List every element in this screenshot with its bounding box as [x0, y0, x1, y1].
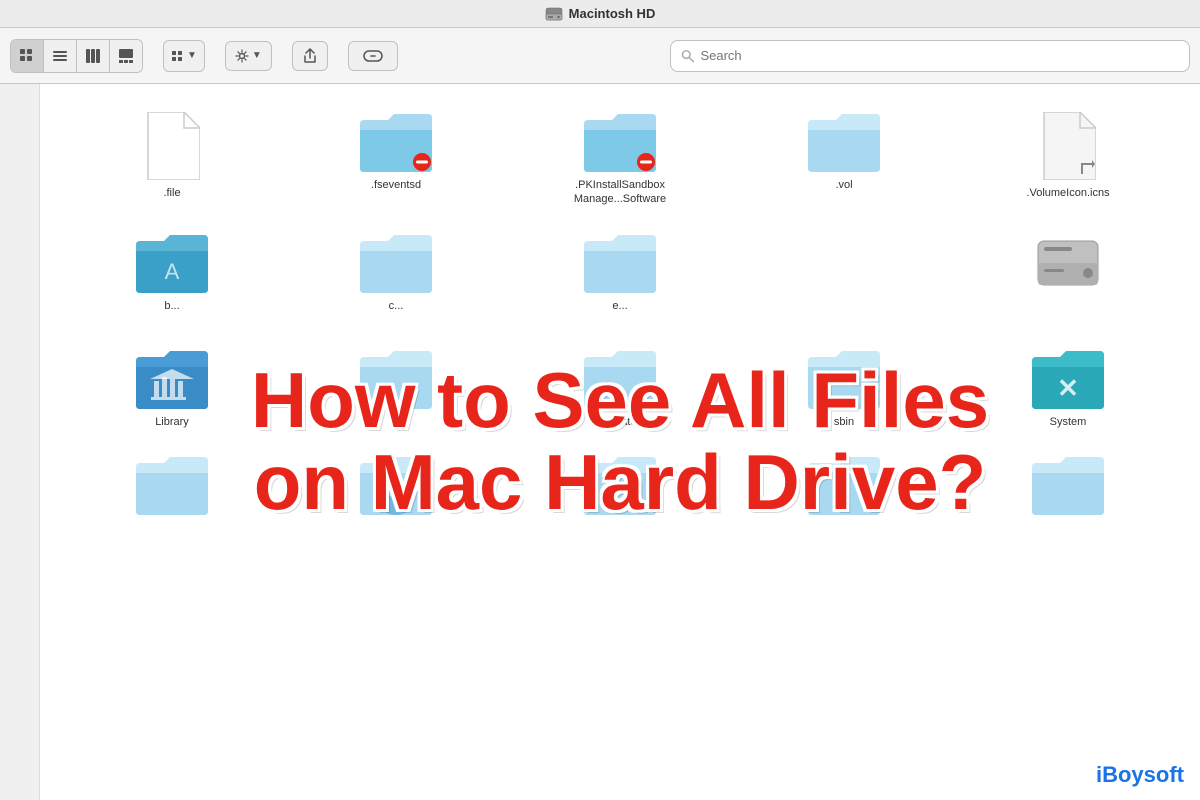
no-access-badge2	[636, 152, 656, 172]
svg-text:✕: ✕	[1057, 373, 1079, 403]
list-item[interactable]: ✕ System	[956, 341, 1180, 437]
alias-arrow-icon	[1080, 160, 1096, 176]
document-icon	[144, 112, 200, 180]
file-grid-row2: A b... c... e...	[60, 225, 1180, 321]
harddrive-icon	[545, 5, 563, 23]
search-input[interactable]	[700, 48, 1179, 63]
search-icon	[681, 49, 694, 63]
settings-button[interactable]: ▼	[225, 41, 272, 71]
group-icon	[171, 49, 185, 63]
path-icon	[363, 48, 383, 64]
list-item[interactable]: e...	[508, 225, 732, 321]
folder-r4a-icon	[136, 455, 208, 515]
grid-icon	[19, 48, 35, 64]
list-item[interactable]: .PKInstallSandboxManage...Software	[508, 104, 732, 215]
file-name: private	[603, 415, 636, 429]
column-icon	[85, 48, 101, 64]
list-icon	[52, 48, 68, 64]
list-item[interactable]: .fseventsd	[284, 104, 508, 215]
sbin-folder-icon	[808, 349, 880, 409]
toolbar: ▼ ▼	[0, 28, 1200, 84]
main-area: .file .fseventsd	[0, 84, 1200, 800]
list-item[interactable]	[956, 225, 1180, 321]
file-grid-row1: .file .fseventsd	[60, 104, 1180, 215]
group-button[interactable]: ▼	[164, 41, 204, 71]
file-name: .vol	[835, 178, 852, 192]
list-item[interactable]: .vol	[732, 104, 956, 215]
file-area: .file .fseventsd	[40, 84, 1200, 800]
private-folder-icon	[584, 349, 656, 409]
path-button[interactable]	[348, 41, 398, 71]
file-name: .PKInstallSandboxManage...Software	[574, 178, 666, 207]
file-name: .VolumeIcon.icns	[1026, 186, 1109, 200]
file-name: .file	[163, 186, 180, 200]
list-item[interactable]	[284, 447, 508, 523]
file-name: Library	[155, 415, 189, 429]
file-name: opt	[388, 415, 403, 429]
list-item[interactable]	[956, 447, 1180, 523]
disk-image-icon	[1034, 233, 1102, 293]
group-sort-group: ▼	[163, 40, 205, 72]
gallery-icon	[118, 48, 134, 64]
list-item[interactable]: private	[508, 341, 732, 437]
opt-folder-icon	[360, 349, 432, 409]
list-item[interactable]	[732, 447, 956, 523]
list-item[interactable]: opt	[284, 341, 508, 437]
gallery-view-button[interactable]	[110, 40, 142, 72]
view-group	[10, 39, 143, 73]
file-grid-row4	[60, 447, 1180, 523]
grid-view-button[interactable]	[11, 40, 44, 72]
list-item[interactable]: .VolumeIcon.icns	[956, 104, 1180, 215]
list-view-button[interactable]	[44, 40, 77, 72]
list-item[interactable]	[60, 447, 284, 523]
window-title: Macintosh HD	[545, 5, 656, 23]
folder-e-icon	[584, 233, 656, 293]
title-bar: Macintosh HD	[0, 0, 1200, 28]
file-name: System	[1050, 415, 1087, 429]
list-item[interactable]: A b...	[60, 225, 284, 321]
system-folder-icon: ✕	[1032, 349, 1104, 409]
share-icon	[302, 48, 318, 64]
no-access-badge	[412, 152, 432, 172]
list-item[interactable]: .file	[60, 104, 284, 215]
sidebar	[0, 84, 40, 800]
file-name: e...	[612, 299, 627, 313]
svg-text:A: A	[165, 259, 180, 284]
brand-watermark: iBoysoft	[1096, 762, 1184, 788]
folder-r4c-icon	[584, 455, 656, 515]
file-name: sbin	[834, 415, 854, 429]
column-view-button[interactable]	[77, 40, 110, 72]
share-button[interactable]	[292, 41, 328, 71]
brand-name: Boysoft	[1102, 762, 1184, 787]
folder-r4e-icon	[1032, 455, 1104, 515]
file-grid-row3: Library opt private	[60, 341, 1180, 437]
gear-icon	[235, 49, 249, 63]
file-name: c...	[389, 299, 404, 313]
folder-r4d-icon	[808, 455, 880, 515]
list-item[interactable]: c...	[284, 225, 508, 321]
list-item[interactable]: Library	[60, 341, 284, 437]
folder-light-icon	[808, 112, 880, 172]
search-bar[interactable]	[670, 40, 1190, 72]
library-folder-icon	[136, 349, 208, 409]
list-item[interactable]: sbin	[732, 341, 956, 437]
file-name: .fseventsd	[371, 178, 421, 192]
folder-user-icon	[360, 455, 432, 515]
file-name: b...	[164, 299, 179, 313]
list-item[interactable]	[508, 447, 732, 523]
folder-app-icon: A	[136, 233, 208, 293]
folder-c-icon	[360, 233, 432, 293]
